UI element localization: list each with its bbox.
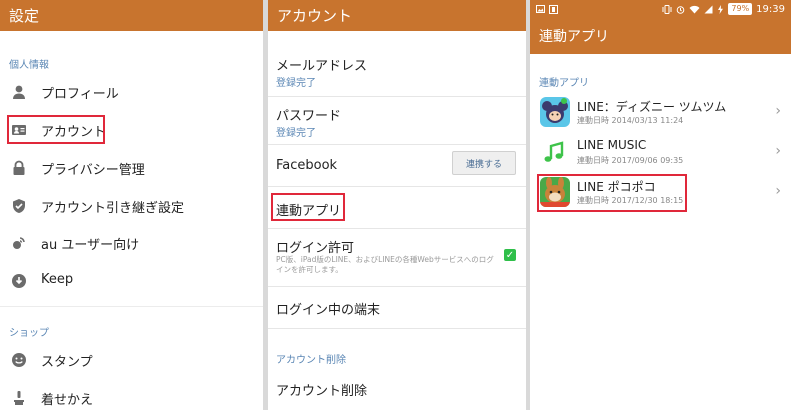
- account-panel: アカウント メールアドレス 登録完了 パスワード 登録完了 Facebook 連…: [268, 0, 526, 410]
- au-icon: [13, 237, 25, 249]
- vibrate-icon: [662, 4, 672, 14]
- status-time: 19:39: [756, 3, 785, 15]
- highlight-linked-apps: [271, 193, 345, 221]
- section-label-personal: 個人情報: [9, 60, 49, 71]
- login-permission-title: ログイン許可: [276, 241, 355, 256]
- section-label-delete: アカウント削除: [276, 355, 346, 366]
- lock-icon: [13, 160, 25, 175]
- app-linked-date: 連動日時 2017/09/06 09:35: [577, 156, 684, 165]
- delete-account-row[interactable]: アカウント削除: [268, 368, 526, 408]
- settings-item-themes[interactable]: 着せかえ: [0, 386, 263, 410]
- linked-apps-header: 連動アプリ: [530, 18, 791, 54]
- music-note-icon: [540, 137, 570, 167]
- shield-check-icon: [13, 199, 25, 213]
- section-label-linked-apps: 連動アプリ: [539, 78, 589, 89]
- settings-panel: 設定 個人情報 プロフィール アカウント プライバシー管理 アカウント引き継ぎ設…: [0, 0, 263, 410]
- settings-item-label: au ユーザー向け: [41, 238, 140, 253]
- logged-in-devices-row[interactable]: ログイン中の端末: [268, 286, 526, 329]
- password-row[interactable]: パスワード 登録完了: [268, 96, 526, 145]
- settings-item-label: 着せかえ: [41, 393, 94, 408]
- password-status: 登録完了: [276, 128, 316, 139]
- chevron-right-icon: ›: [775, 143, 781, 159]
- settings-item-label: プロフィール: [41, 87, 119, 102]
- password-title: パスワード: [276, 109, 342, 124]
- facebook-row: Facebook 連携する: [268, 144, 526, 187]
- app-row-line-music[interactable]: LINE MUSIC 連動日時 2017/09/06 09:35 ›: [530, 134, 791, 172]
- settings-item-keep[interactable]: Keep: [0, 269, 263, 293]
- email-title: メールアドレス: [276, 59, 368, 74]
- highlight-pokopoko: [537, 174, 687, 212]
- settings-item-label: スタンプ: [41, 355, 93, 370]
- signal-icon: [704, 5, 713, 13]
- settings-item-stickers[interactable]: スタンプ: [0, 348, 263, 372]
- settings-item-label: Keep: [41, 272, 74, 287]
- app-row-tsumtsum[interactable]: LINE：ディズニー ツムツム 連動日時 2014/03/13 11:24 ›: [530, 94, 791, 132]
- page-title: 設定: [9, 7, 40, 25]
- app-linked-date: 連動日時 2014/03/13 11:24: [577, 116, 684, 125]
- settings-item-profile[interactable]: プロフィール: [0, 80, 263, 104]
- email-row[interactable]: メールアドレス 登録完了: [268, 44, 526, 97]
- battery-indicator: 79%: [728, 3, 753, 15]
- login-permission-row[interactable]: ログイン許可 PC版、iPad版のLINE、およびLINEの各種Webサービスへ…: [268, 228, 526, 287]
- account-header: アカウント: [268, 0, 526, 31]
- login-permission-desc: PC版、iPad版のLINE、およびLINEの各種Webサービスへのログインを許…: [276, 255, 494, 274]
- highlight-account: [7, 115, 105, 144]
- app-name: LINE MUSIC: [577, 138, 647, 152]
- status-bar: 79% 19:39: [530, 0, 791, 18]
- settings-header: 設定: [0, 0, 263, 31]
- settings-item-label: プライバシー管理: [41, 163, 145, 178]
- logged-in-devices-title: ログイン中の端末: [276, 303, 381, 318]
- settings-item-transfer[interactable]: アカウント引き継ぎ設定: [0, 194, 263, 218]
- app-name: LINE：ディズニー ツムツム: [577, 100, 727, 114]
- image-notification-icon: [536, 4, 545, 13]
- charging-icon: [718, 4, 724, 14]
- smiley-icon: [12, 353, 26, 367]
- notification-icon: [549, 4, 558, 14]
- page-title: アカウント: [277, 7, 353, 25]
- section-label-shop: ショップ: [9, 328, 49, 339]
- tsum-tsum-app-icon: [540, 97, 570, 127]
- chevron-right-icon: ›: [775, 103, 781, 119]
- login-permission-checkbox[interactable]: ✓: [504, 249, 516, 261]
- chevron-right-icon: ›: [775, 183, 781, 199]
- brush-icon: [14, 391, 24, 405]
- alarm-icon: [677, 5, 685, 14]
- facebook-title: Facebook: [276, 158, 338, 173]
- wifi-icon: [689, 5, 700, 13]
- facebook-connect-button[interactable]: 連携する: [452, 151, 516, 175]
- page-title: 連動アプリ: [539, 29, 609, 45]
- email-status: 登録完了: [276, 78, 316, 89]
- settings-item-au[interactable]: au ユーザー向け: [0, 231, 263, 255]
- settings-item-privacy[interactable]: プライバシー管理: [0, 156, 263, 180]
- delete-account-title: アカウント削除: [276, 384, 368, 399]
- linked-apps-panel: 79% 19:39 連動アプリ 連動アプリ LINE：ディズニー ツムツム 連動…: [530, 0, 791, 410]
- divider: [0, 306, 263, 307]
- person-icon: [13, 85, 25, 99]
- keep-download-icon: [12, 274, 26, 288]
- settings-item-label: アカウント引き継ぎ設定: [41, 201, 185, 216]
